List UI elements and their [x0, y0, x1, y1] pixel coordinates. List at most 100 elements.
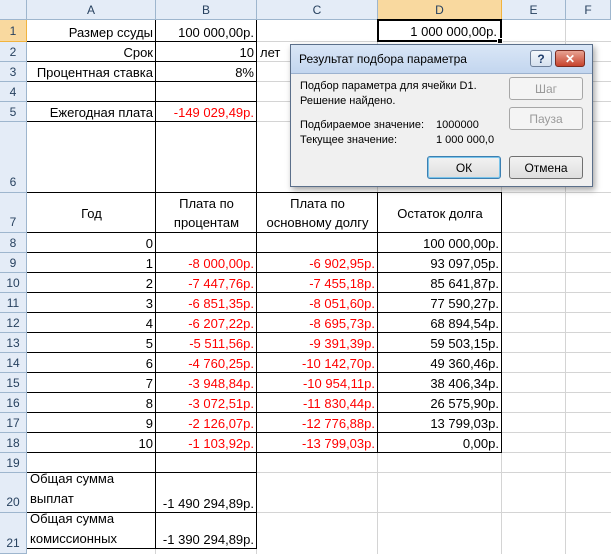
row-header-8[interactable]: 8 — [0, 233, 27, 253]
column-header-e[interactable]: E — [502, 0, 566, 20]
row-header-19[interactable]: 19 — [0, 453, 27, 473]
header-interest[interactable]: Плата по процентам — [156, 193, 257, 233]
cell-a21-commission-label[interactable]: Общая сумма комиссионных — [27, 509, 156, 549]
interest-cell[interactable]: -3 948,84р. — [156, 373, 257, 392]
column-header-a[interactable]: A — [27, 0, 156, 20]
balance-cell[interactable]: 26 575,90р. — [378, 393, 502, 412]
interest-cell[interactable]: -3 072,51р. — [156, 393, 257, 412]
header-principal[interactable]: Плата по основному долгу — [257, 193, 378, 233]
balance-cell[interactable]: 59 503,15р. — [378, 333, 502, 352]
year-cell[interactable]: 8 — [27, 393, 156, 412]
year-cell[interactable]: 4 — [27, 313, 156, 332]
pause-button[interactable]: Пауза — [509, 107, 583, 130]
help-icon: ? — [537, 51, 545, 66]
cell-b3-rate-value[interactable]: 8% — [156, 62, 257, 81]
year-cell[interactable]: 9 — [27, 413, 156, 432]
row-header-5[interactable]: 5 — [0, 102, 27, 122]
row-header-18[interactable]: 18 — [0, 433, 27, 453]
row-header-21[interactable]: 21 — [0, 513, 27, 554]
cell-b20-payments-value[interactable]: -1 490 294,89р. — [156, 473, 257, 512]
dialog-title-bar[interactable]: Результат подбора параметра ? ✕ — [291, 45, 592, 74]
row-header-13[interactable]: 13 — [0, 333, 27, 353]
balance-cell[interactable]: 93 097,05р. — [378, 253, 502, 272]
interest-cell[interactable]: -2 126,07р. — [156, 413, 257, 432]
principal-cell[interactable]: -9 391,39р. — [257, 333, 378, 352]
cell-a1-loan-label[interactable]: Размер ссуды — [27, 20, 156, 41]
balance-cell[interactable]: 85 641,87р. — [378, 273, 502, 292]
year-cell[interactable]: 7 — [27, 373, 156, 392]
principal-cell[interactable]: -10 142,70р. — [257, 353, 378, 372]
balance-cell[interactable]: 13 799,03р. — [378, 413, 502, 432]
cell-b5-payment-value[interactable]: -149 029,49р. — [156, 102, 257, 121]
principal-cell[interactable]: -10 954,11р. — [257, 373, 378, 392]
year-cell[interactable]: 5 — [27, 333, 156, 352]
interest-cell[interactable]: -8 000,00р. — [156, 253, 257, 272]
interest-cell[interactable]: -4 760,25р. — [156, 353, 257, 372]
column-header-f[interactable]: F — [566, 0, 611, 20]
year-cell[interactable]: 6 — [27, 353, 156, 372]
row-header-10[interactable]: 10 — [0, 273, 27, 293]
header-interest-line1: Плата по — [179, 196, 234, 211]
interest-cell[interactable]: -7 447,76р. — [156, 273, 257, 292]
cell-b21-commission-value[interactable]: -1 390 294,89р. — [156, 513, 257, 548]
interest-cell[interactable]: -6 851,35р. — [156, 293, 257, 312]
balance-cell[interactable]: 77 590,27р. — [378, 293, 502, 312]
column-header-b[interactable]: B — [156, 0, 257, 20]
cell-a20-payments-label[interactable]: Общая сумма выплат — [27, 469, 156, 512]
cell-b1-loan-value[interactable]: 100 000,00р. — [156, 20, 257, 41]
cell-a5-payment-label[interactable]: Ежегодная плата — [27, 102, 156, 121]
cancel-button[interactable]: Отмена — [509, 156, 583, 179]
principal-cell[interactable]: -13 799,03р. — [257, 433, 378, 452]
interest-cell[interactable]: -6 207,22р. — [156, 313, 257, 332]
principal-cell[interactable]: -8 051,60р. — [257, 293, 378, 312]
row-header-3[interactable]: 3 — [0, 62, 27, 82]
select-all-corner[interactable] — [0, 0, 27, 20]
principal-cell[interactable]: -6 902,95р. — [257, 253, 378, 272]
interest-cell[interactable]: -1 103,92р. — [156, 433, 257, 452]
year-cell[interactable]: 0 — [27, 233, 156, 252]
row-header-2[interactable]: 2 — [0, 42, 27, 62]
row-header-15[interactable]: 15 — [0, 373, 27, 393]
goal-seek-status-dialog[interactable]: Результат подбора параметра ? ✕ Подбор п… — [290, 44, 593, 187]
balance-cell[interactable]: 0,00р. — [378, 433, 502, 452]
header-balance[interactable]: Остаток долга — [378, 193, 502, 222]
row-header-7[interactable]: 7 — [0, 193, 27, 233]
row-header-4[interactable]: 4 — [0, 82, 27, 102]
principal-cell[interactable] — [257, 233, 378, 252]
balance-cell[interactable]: 49 360,46р. — [378, 353, 502, 372]
cell-d1-selected[interactable]: 1 000 000,00р. — [377, 19, 502, 42]
target-value: 1000000 — [436, 119, 479, 131]
step-button[interactable]: Шаг — [509, 77, 583, 100]
row-header-9[interactable]: 9 — [0, 253, 27, 273]
year-cell[interactable]: 10 — [27, 433, 156, 452]
year-cell[interactable]: 2 — [27, 273, 156, 292]
cell-a2-term-label[interactable]: Срок — [27, 42, 156, 61]
interest-cell[interactable] — [156, 233, 257, 252]
row-header-1[interactable]: 1 — [0, 20, 27, 42]
row-header-20[interactable]: 20 — [0, 473, 27, 513]
help-button[interactable]: ? — [530, 50, 552, 67]
year-cell[interactable]: 3 — [27, 293, 156, 312]
balance-cell[interactable]: 68 894,54р. — [378, 313, 502, 332]
column-header-d[interactable]: D — [378, 0, 502, 20]
header-year[interactable]: Год — [27, 193, 156, 222]
row-header-11[interactable]: 11 — [0, 293, 27, 313]
row-header-6[interactable]: 6 — [0, 122, 27, 193]
principal-cell[interactable]: -7 455,18р. — [257, 273, 378, 292]
principal-cell[interactable]: -12 776,88р. — [257, 413, 378, 432]
row-header-17[interactable]: 17 — [0, 413, 27, 433]
cell-b2-term-value[interactable]: 10 — [156, 42, 257, 61]
principal-cell[interactable]: -8 695,73р. — [257, 313, 378, 332]
year-cell[interactable]: 1 — [27, 253, 156, 272]
principal-cell[interactable]: -11 830,44р. — [257, 393, 378, 412]
balance-cell[interactable]: 100 000,00р. — [378, 233, 502, 252]
cell-a3-rate-label[interactable]: Процентная ставка — [27, 62, 156, 81]
balance-cell[interactable]: 38 406,34р. — [378, 373, 502, 392]
interest-cell[interactable]: -5 511,56р. — [156, 333, 257, 352]
close-button[interactable]: ✕ — [555, 50, 585, 67]
row-header-14[interactable]: 14 — [0, 353, 27, 373]
ok-button[interactable]: ОК — [427, 156, 501, 179]
row-header-16[interactable]: 16 — [0, 393, 27, 413]
column-header-c[interactable]: C — [257, 0, 378, 20]
row-header-12[interactable]: 12 — [0, 313, 27, 333]
